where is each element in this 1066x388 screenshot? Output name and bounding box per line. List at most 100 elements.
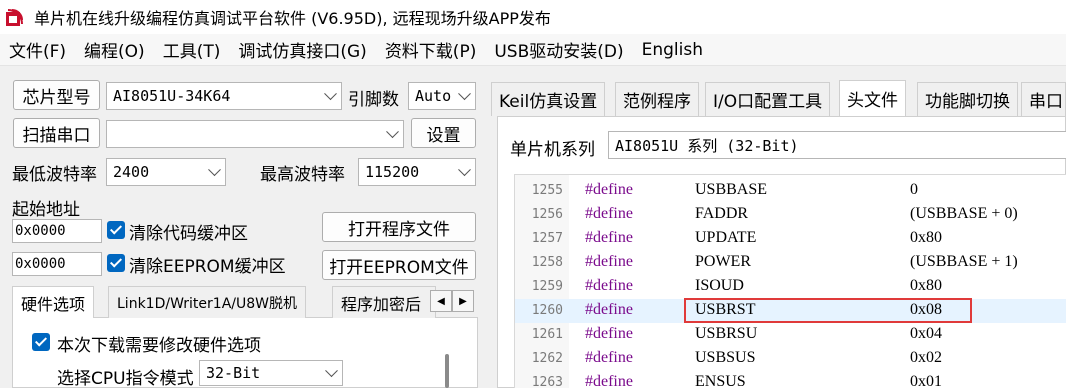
menu-usb-driver[interactable]: USB驱动安装(D)	[485, 37, 632, 62]
code-line: 1255 #define USBBASE 0	[515, 179, 1066, 203]
tab-program-encryption[interactable]: 程序加密后	[332, 286, 436, 318]
hardware-options-panel: 本次下载需要修改硬件选项 选择CPU指令模式 32-Bit	[12, 318, 478, 388]
chevron-down-icon	[458, 87, 471, 101]
start-address-label: 起始地址	[12, 200, 80, 220]
line-number: 1260	[531, 303, 563, 318]
menu-debug-interface[interactable]: 调试仿真接口(G)	[229, 37, 375, 62]
chip-model-value: AI8051U-34K64	[113, 87, 231, 105]
macro-name: USBSUS	[695, 349, 756, 366]
clear-code-label: 清除代码缓冲区	[129, 224, 248, 244]
chevron-down-icon	[325, 364, 338, 378]
macro-name: ENSUS	[695, 373, 746, 388]
port-select[interactable]	[106, 120, 404, 148]
tab-scroll-right-button[interactable]: ▶	[452, 290, 474, 312]
menu-file[interactable]: 文件(F)	[0, 37, 75, 62]
macro-value: (USBBASE + 0)	[910, 205, 1018, 222]
cpu-mode-label: 选择CPU指令模式	[57, 369, 194, 388]
right-tab-bar: Keil仿真设置 范例程序 I/O口配置工具 头文件 功能脚切换 串口	[491, 80, 1066, 116]
panel-scrollbar[interactable]	[445, 354, 449, 388]
chip-model-select[interactable]: AI8051U-34K64	[106, 82, 342, 110]
triangle-right-icon: ▶	[459, 295, 467, 307]
tab-examples[interactable]: 范例程序	[615, 82, 699, 116]
min-baud-select[interactable]: 2400	[106, 158, 226, 186]
code-line: 1262 #define USBSUS 0x02	[515, 347, 1066, 371]
macro-name: UPDATE	[695, 229, 757, 246]
tab-pin-switch[interactable]: 功能脚切换	[917, 82, 1018, 116]
line-number: 1257	[531, 231, 563, 246]
macro-name: ISOUD	[695, 277, 744, 294]
line-number: 1263	[531, 375, 563, 388]
chip-model-button[interactable]: 芯片型号	[13, 80, 100, 110]
tab-serial[interactable]: 串口	[1021, 82, 1066, 116]
macro-name: USBRSU	[695, 325, 758, 342]
header-file-panel: 单片机系列 AI8051U 系列 (32-Bit) 1255 #define U…	[497, 116, 1066, 388]
tab-keil-settings[interactable]: Keil仿真设置	[491, 82, 606, 116]
tab-io-config[interactable]: I/O口配置工具	[705, 82, 831, 116]
code-line: 1263 #define ENSUS 0x01	[515, 371, 1066, 388]
macro-name: FADDR	[695, 205, 749, 222]
settings-button[interactable]: 设置	[411, 118, 476, 148]
pins-value: Auto	[415, 87, 452, 105]
macro-value: (USBBASE + 1)	[910, 253, 1018, 270]
line-number: 1256	[531, 207, 563, 222]
macro-value: 0x80	[910, 229, 942, 246]
app-logo-icon	[6, 9, 23, 26]
macro-name: POWER	[695, 253, 751, 270]
line-number: 1261	[531, 327, 563, 342]
code-keyword: #define	[585, 373, 633, 388]
code-keyword: #define	[585, 301, 633, 318]
window-title: 单片机在线升级编程仿真调试平台软件 (V6.95D), 远程现场升级APP发布	[34, 9, 551, 28]
tab-hardware-options[interactable]: 硬件选项	[12, 286, 95, 319]
macro-value: 0x80	[910, 277, 942, 294]
code-keyword: #define	[585, 325, 633, 342]
right-panel: Keil仿真设置 范例程序 I/O口配置工具 头文件 功能脚切换 串口 单片机系…	[485, 66, 1066, 388]
macro-value: 0x02	[910, 349, 942, 366]
open-program-button[interactable]: 打开程序文件	[322, 212, 476, 242]
clear-eeprom-checkbox[interactable]	[107, 254, 125, 272]
menu-tools[interactable]: 工具(T)	[154, 37, 230, 62]
max-baud-select[interactable]: 115200	[358, 158, 476, 186]
menu-program[interactable]: 编程(O)	[75, 37, 154, 62]
cpu-mode-select[interactable]: 32-Bit	[199, 360, 343, 386]
tab-header-files[interactable]: 头文件	[839, 80, 906, 116]
code-line: 1257 #define UPDATE 0x80	[515, 227, 1066, 251]
scan-port-button[interactable]: 扫描串口	[13, 118, 100, 148]
tab-link1d-offline[interactable]: Link1D/Writer1A/U8W脱机	[108, 286, 306, 318]
highlight-box	[684, 298, 972, 323]
chevron-down-icon	[208, 163, 221, 177]
code-address-input[interactable]: 0x0000	[12, 219, 102, 243]
code-keyword: #define	[585, 349, 633, 366]
min-baud-value: 2400	[113, 163, 150, 181]
macro-value: 0x01	[910, 373, 942, 388]
left-tab-bar: 硬件选项 Link1D/Writer1A/U8W脱机 程序加密后 ◀ ▶	[12, 286, 478, 319]
tab-scroll-left-button[interactable]: ◀	[430, 290, 452, 312]
line-number: 1259	[531, 279, 563, 294]
clear-eeprom-label: 清除EEPROM缓冲区	[129, 257, 286, 277]
pins-label: 引脚数	[348, 90, 399, 110]
chevron-down-icon	[458, 163, 471, 177]
menu-downloads[interactable]: 资料下载(P)	[376, 37, 486, 62]
pins-select[interactable]: Auto	[408, 82, 476, 110]
max-baud-label: 最高波特率	[260, 165, 345, 185]
series-select[interactable]: AI8051U 系列 (32-Bit)	[608, 131, 1066, 159]
open-eeprom-button[interactable]: 打开EEPROM文件	[322, 250, 476, 280]
menu-bar: 文件(F) 编程(O) 工具(T) 调试仿真接口(G) 资料下载(P) USB驱…	[0, 34, 1066, 66]
code-line: 1261 #define USBRSU 0x04	[515, 323, 1066, 347]
code-line: 1256 #define FADDR (USBBASE + 0)	[515, 203, 1066, 227]
macro-value: 0x04	[910, 325, 942, 342]
code-keyword: #define	[585, 277, 633, 294]
line-number: 1258	[531, 255, 563, 270]
modify-hw-options-checkbox[interactable]	[32, 333, 50, 351]
clear-code-checkbox[interactable]	[107, 221, 125, 239]
header-code-view[interactable]: 1255 #define USBBASE 0 1256 #define FADD…	[514, 174, 1066, 388]
series-label: 单片机系列	[510, 140, 595, 160]
menu-english[interactable]: English	[633, 40, 712, 60]
macro-name: USBBASE	[695, 181, 768, 198]
title-bar: 单片机在线升级编程仿真调试平台软件 (V6.95D), 远程现场升级APP发布	[0, 0, 1066, 34]
code-keyword: #define	[585, 205, 633, 222]
eeprom-address-input[interactable]: 0x0000	[12, 252, 102, 276]
max-baud-value: 115200	[365, 163, 420, 181]
chevron-down-icon	[386, 125, 399, 139]
modify-hw-options-label: 本次下载需要修改硬件选项	[57, 336, 261, 356]
code-keyword: #define	[585, 181, 633, 198]
